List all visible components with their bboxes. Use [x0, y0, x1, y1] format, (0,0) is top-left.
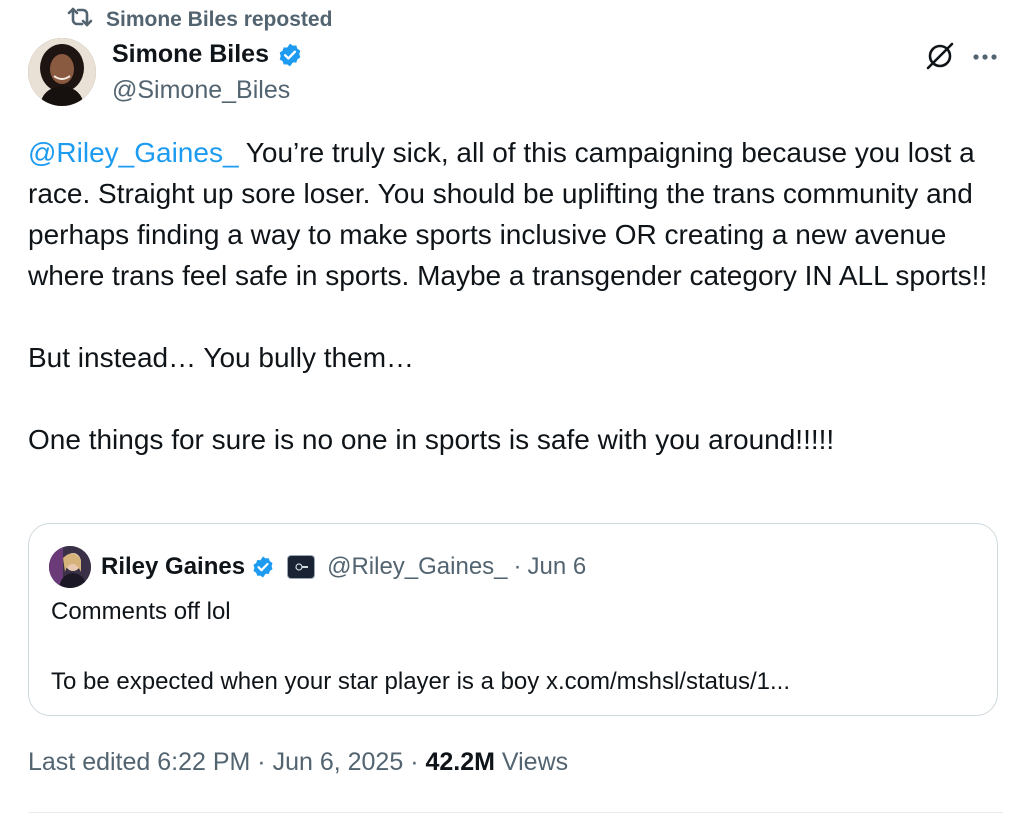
author-avatar[interactable] [28, 38, 96, 106]
grok-icon[interactable] [924, 40, 956, 72]
quoted-tweet-text: Comments off lol To be expected when you… [51, 594, 790, 699]
quoted-author-name[interactable]: Riley Gaines [101, 553, 245, 581]
quoted-tweet-header: Riley Gaines @Riley_Gaines_ · Jun 6 [49, 546, 586, 588]
quoted-tweet-card[interactable]: Riley Gaines @Riley_Gaines_ · Jun 6 Comm… [28, 523, 998, 716]
views-count: 42.2M [425, 748, 495, 776]
author-handle[interactable]: @Simone_Biles [112, 76, 290, 105]
quoted-author-handle[interactable]: @Riley_Gaines_ [327, 553, 507, 581]
tweet-paragraph-2: But instead… You bully them… [28, 342, 415, 373]
quoted-text-line-2: To be expected when your star player is … [51, 668, 791, 695]
repost-label: Simone Biles reposted [106, 8, 333, 31]
views-label: Views [494, 748, 569, 776]
edited-timestamp[interactable]: Last edited 6:22 PM · Jun 6, 2025 · [28, 748, 425, 776]
quoted-author-avatar[interactable] [49, 546, 91, 588]
tweet-paragraph-1: @Riley_Gaines_ You’re truly sick, all of… [28, 132, 1003, 296]
quoted-text-line-1: Comments off lol [51, 598, 231, 625]
divider [28, 812, 1003, 813]
repost-icon [66, 4, 94, 36]
tweet-metadata: Last edited 6:22 PM · Jun 6, 2025 · 42.2… [28, 748, 568, 777]
quoted-verified-badge-icon[interactable] [251, 555, 275, 579]
author-name[interactable]: Simone Biles [112, 40, 269, 69]
more-options-icon[interactable] [970, 42, 1000, 72]
mention-link[interactable]: @Riley_Gaines_ [28, 137, 239, 168]
tweet-paragraph-3: One things for sure is no one in sports … [28, 424, 835, 455]
author-name-row[interactable]: Simone Biles [112, 40, 303, 69]
verified-badge-icon[interactable] [277, 42, 303, 68]
tweet-text: @Riley_Gaines_ You’re truly sick, all of… [28, 132, 1003, 460]
quoted-tweet-date[interactable]: Jun 6 [528, 553, 587, 581]
separator-dot: · [513, 553, 522, 580]
affiliate-badge-icon[interactable] [287, 555, 316, 579]
repost-indicator[interactable]: Simone Biles reposted [66, 4, 332, 36]
